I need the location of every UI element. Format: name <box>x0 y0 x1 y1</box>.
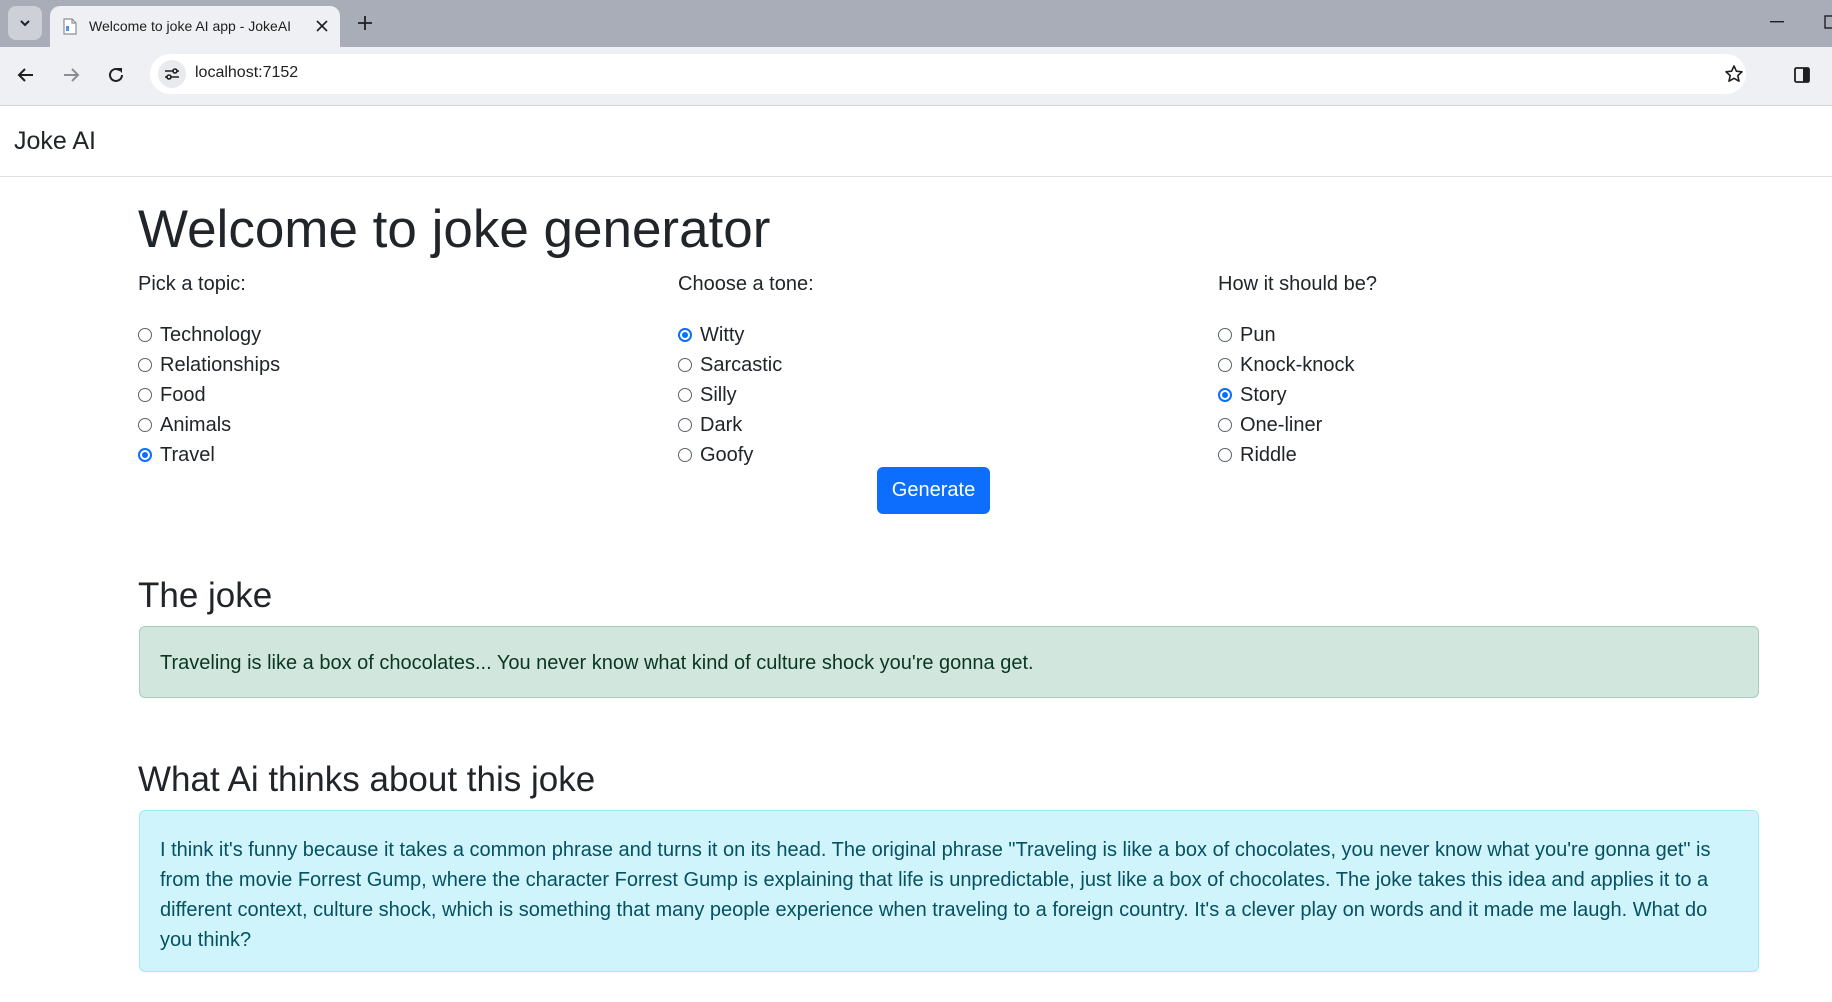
tone-option-witty[interactable]: Witty <box>678 320 1198 350</box>
tone-group: Choose a tone: Witty Sarcastic Silly Dark Go… <box>678 270 1198 470</box>
site-navbar: Joke AI <box>0 106 1832 177</box>
active-tab[interactable]: Welcome to joke AI app - JokeAI <box>50 6 340 47</box>
tone-option-label[interactable]: Sarcastic <box>700 354 782 377</box>
style-options: Pun Knock-knock Story One-liner Riddle <box>1218 320 1738 470</box>
navbar-brand[interactable]: Joke AI <box>14 127 96 156</box>
style-option-riddle[interactable]: Riddle <box>1218 440 1738 470</box>
tone-option-dark[interactable]: Dark <box>678 410 1198 440</box>
close-icon <box>316 20 328 32</box>
page-title: Welcome to joke generator <box>138 200 771 259</box>
tab-search-icon <box>20 20 30 27</box>
style-option-label[interactable]: Knock-knock <box>1240 354 1355 377</box>
topic-option-label[interactable]: Food <box>160 384 206 407</box>
style-radio[interactable] <box>1218 358 1232 372</box>
side-panel-icon <box>1794 67 1810 83</box>
style-option-label[interactable]: One-liner <box>1240 414 1322 437</box>
topic-label: Pick a topic: <box>138 273 246 295</box>
joke-text: Traveling is like a box of chocolates...… <box>160 652 1034 674</box>
style-option-one-liner[interactable]: One-liner <box>1218 410 1738 440</box>
style-option-pun[interactable]: Pun <box>1218 320 1738 350</box>
topic-option-animals[interactable]: Animals <box>138 410 658 440</box>
style-option-label[interactable]: Story <box>1240 384 1287 407</box>
topic-option-label[interactable]: Relationships <box>160 354 280 377</box>
topic-radio[interactable] <box>138 418 152 432</box>
bookmark-button[interactable] <box>1722 62 1746 86</box>
tone-radio[interactable] <box>678 448 692 462</box>
new-tab-button[interactable] <box>352 10 378 36</box>
site-info-icon <box>165 68 179 80</box>
topic-option-label[interactable]: Technology <box>160 324 261 347</box>
tone-option-label[interactable]: Witty <box>700 324 744 347</box>
maximize-window-button[interactable] <box>1816 10 1832 34</box>
url-text: localhost:7152 <box>195 64 299 81</box>
tone-option-silly[interactable]: Silly <box>678 380 1198 410</box>
tone-option-label[interactable]: Dark <box>700 414 742 437</box>
plus-icon <box>358 16 372 30</box>
topic-radio[interactable] <box>138 388 152 402</box>
back-button[interactable] <box>10 59 42 91</box>
browser-toolbar: localhost:7152 <box>0 47 1832 105</box>
topic-group: Pick a topic: Technology Relationships Foo… <box>138 270 658 470</box>
tone-option-goofy[interactable]: Goofy <box>678 440 1198 470</box>
topic-option-relationships[interactable]: Relationships <box>138 350 658 380</box>
side-panel-button[interactable] <box>1786 59 1818 91</box>
style-option-label[interactable]: Pun <box>1240 324 1276 347</box>
back-arrow-icon <box>17 68 33 82</box>
style-label: How it should be? <box>1218 273 1377 295</box>
tone-label: Choose a tone: <box>678 273 814 295</box>
bookmark-star-icon <box>1725 65 1743 82</box>
tone-radio[interactable] <box>678 418 692 432</box>
tab-title: Welcome to joke AI app - JokeAI <box>89 18 292 34</box>
tone-option-label[interactable]: Goofy <box>700 444 753 467</box>
topic-option-label[interactable]: Animals <box>160 414 231 437</box>
minimize-window-button[interactable] <box>1764 10 1790 34</box>
style-radio[interactable] <box>1218 418 1232 432</box>
tone-radio[interactable] <box>678 328 692 342</box>
site-info-button[interactable] <box>158 60 186 88</box>
browser-tab-strip: Welcome to joke AI app - JokeAI <box>0 0 1832 47</box>
joke-alert: Traveling is like a box of chocolates...… <box>139 626 1759 698</box>
style-option-story[interactable]: Story <box>1218 380 1738 410</box>
topic-option-food[interactable]: Food <box>138 380 658 410</box>
style-radio[interactable] <box>1218 388 1232 402</box>
page-favicon-icon <box>63 18 77 35</box>
joke-heading: The joke <box>138 576 273 615</box>
generate-button[interactable]: Generate <box>877 467 990 514</box>
style-radio[interactable] <box>1218 328 1232 342</box>
forward-arrow-icon <box>64 68 80 82</box>
topic-options: Technology Relationships Food Animals Travel <box>138 320 658 470</box>
reload-button[interactable] <box>100 59 132 91</box>
tone-radio[interactable] <box>678 358 692 372</box>
tab-close-button[interactable] <box>311 15 333 37</box>
tone-options: Witty Sarcastic Silly Dark Goofy <box>678 320 1198 470</box>
tone-radio[interactable] <box>678 388 692 402</box>
topic-option-travel[interactable]: Travel <box>138 440 658 470</box>
style-option-knock-knock[interactable]: Knock-knock <box>1218 350 1738 380</box>
tone-option-label[interactable]: Silly <box>700 384 737 407</box>
ai-opinion-alert: I think it's funny because it takes a co… <box>139 810 1759 972</box>
reload-icon <box>109 67 123 82</box>
topic-option-label[interactable]: Travel <box>160 444 215 467</box>
style-option-label[interactable]: Riddle <box>1240 444 1297 467</box>
style-radio[interactable] <box>1218 448 1232 462</box>
address-bar[interactable]: localhost:7152 <box>150 54 1746 94</box>
style-group: How it should be? Pun Knock-knock Story One… <box>1218 270 1738 470</box>
minimize-icon <box>1770 21 1784 23</box>
forward-button[interactable] <box>55 59 87 91</box>
topic-radio[interactable] <box>138 448 152 462</box>
topic-radio[interactable] <box>138 328 152 342</box>
maximize-icon <box>1824 15 1832 29</box>
ai-opinion-text: I think it's funny because it takes a co… <box>160 839 1711 951</box>
topic-radio[interactable] <box>138 358 152 372</box>
ai-opinion-heading: What Ai thinks about this joke <box>138 760 596 799</box>
tab-search-button[interactable] <box>8 6 42 40</box>
topic-option-technology[interactable]: Technology <box>138 320 658 350</box>
tone-option-sarcastic[interactable]: Sarcastic <box>678 350 1198 380</box>
